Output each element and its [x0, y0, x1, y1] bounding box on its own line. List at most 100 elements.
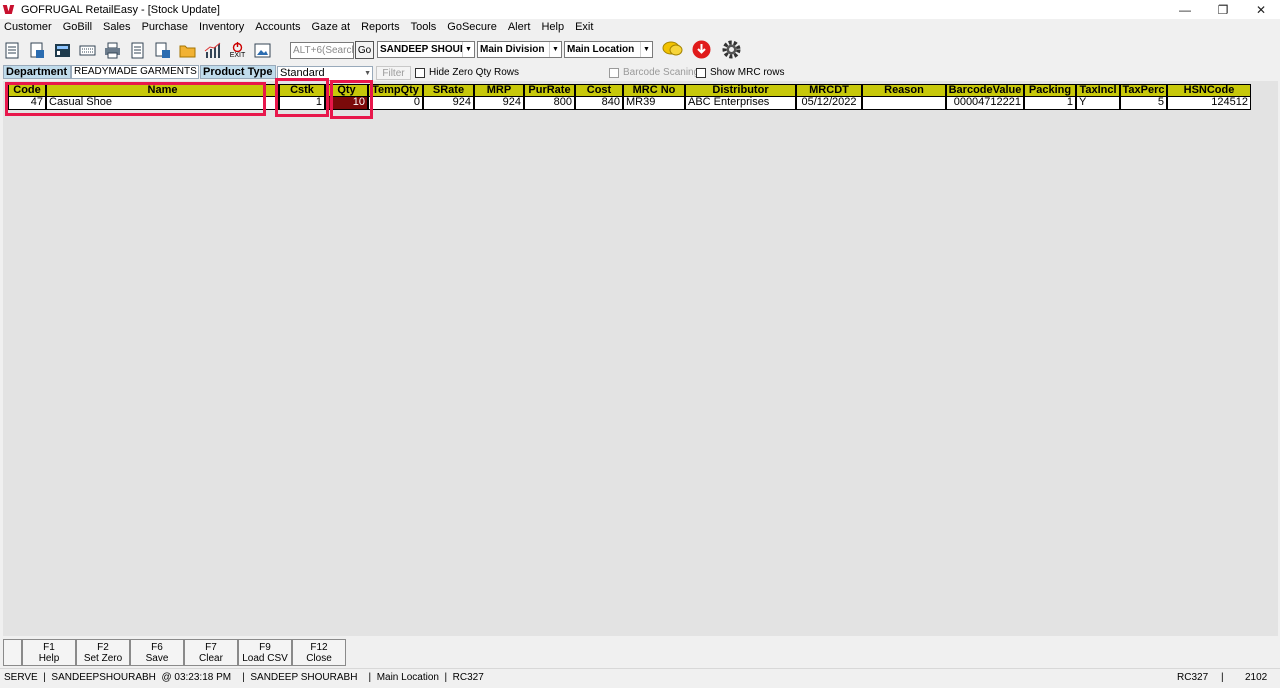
exit-label: EXIT: [229, 51, 246, 59]
keyboard-icon[interactable]: [78, 41, 97, 60]
user-select-value: SANDEEP SHOURA: [380, 44, 475, 55]
menu-purchase[interactable]: Purchase: [142, 21, 188, 33]
highlight-qty: [330, 80, 373, 119]
menu-customer[interactable]: Customer: [4, 21, 52, 33]
app-logo-icon: [2, 4, 16, 15]
col-header-purrate[interactable]: PurRate: [524, 84, 575, 97]
save-doc-icon[interactable]: [28, 41, 47, 60]
menu-exit[interactable]: Exit: [575, 21, 593, 33]
f6-save-button[interactable]: F6 Save: [130, 639, 184, 666]
status-counter-code: RC327: [1177, 672, 1209, 683]
chevron-down-icon: ▼: [462, 42, 474, 57]
f12-close-button[interactable]: F12 Close: [292, 639, 346, 666]
menu-accounts[interactable]: Accounts: [255, 21, 300, 33]
picture-icon[interactable]: [253, 41, 272, 60]
col-header-srate[interactable]: SRate: [423, 84, 474, 97]
menu-gaze-at[interactable]: Gaze at: [312, 21, 351, 33]
col-header-packing[interactable]: Packing: [1024, 84, 1076, 97]
show-mrc-rows-checkbox[interactable]: Show MRC rows: [696, 67, 784, 78]
col-header-distributor[interactable]: Distributor: [685, 84, 796, 97]
barcode-scanning-checkbox[interactable]: Barcode Scaning: [609, 67, 699, 78]
folder-icon[interactable]: [178, 41, 197, 60]
close-button[interactable]: ✕: [1242, 0, 1280, 19]
cell-cost[interactable]: 840: [575, 97, 623, 110]
f12-key: F12: [310, 641, 328, 653]
menu-reports[interactable]: Reports: [361, 21, 400, 33]
col-header-barcodevalue[interactable]: BarcodeValue: [946, 84, 1024, 97]
menu-gobill[interactable]: GoBill: [63, 21, 92, 33]
menu-gosecure[interactable]: GoSecure: [447, 21, 497, 33]
status-bar: SERVE | SANDEEPSHOURABH @ 03:23:18 PM | …: [0, 668, 1280, 688]
restore-button[interactable]: ❐: [1204, 0, 1242, 19]
cell-reason[interactable]: [862, 97, 946, 110]
menu-help[interactable]: Help: [541, 21, 564, 33]
fkey-spacer: [3, 639, 22, 666]
location-select-value: Main Location: [567, 44, 635, 55]
filter-button[interactable]: Filter: [376, 66, 411, 80]
transfer-icon[interactable]: [153, 41, 172, 60]
hide-zero-qty-checkbox[interactable]: Hide Zero Qty Rows: [415, 67, 519, 78]
user-select[interactable]: SANDEEP SHOURA ▼: [377, 41, 475, 58]
menu-sales[interactable]: Sales: [103, 21, 131, 33]
checkbox-box: [609, 67, 619, 78]
col-header-hsncode[interactable]: HSNCode: [1167, 84, 1251, 97]
menu-inventory[interactable]: Inventory: [199, 21, 244, 33]
cell-hsncode[interactable]: 124512: [1167, 97, 1251, 110]
col-header-reason[interactable]: Reason: [862, 84, 946, 97]
f2-key: F2: [97, 641, 109, 653]
f2-set-zero-button[interactable]: F2 Set Zero: [76, 639, 130, 666]
department-field[interactable]: READYMADE GARMENTS: [71, 65, 199, 79]
show-mrc-rows-label: Show MRC rows: [710, 67, 785, 78]
cell-mrp[interactable]: 924: [474, 97, 524, 110]
location-select[interactable]: Main Location ▼: [564, 41, 653, 58]
col-header-cost[interactable]: Cost: [575, 84, 623, 97]
status-separator: |: [1221, 672, 1224, 683]
hide-zero-qty-label: Hide Zero Qty Rows: [429, 67, 520, 78]
new-doc-icon[interactable]: [3, 41, 22, 60]
print-icon[interactable]: [103, 41, 122, 60]
cell-tempqty[interactable]: 0: [368, 97, 423, 110]
f9-load-csv-button[interactable]: F9 Load CSV: [238, 639, 292, 666]
col-header-mrc-no[interactable]: MRC No: [623, 84, 685, 97]
division-select-value: Main Division: [480, 44, 545, 55]
stock-grid: [3, 81, 1278, 636]
f1-help-button[interactable]: F1 Help: [22, 639, 76, 666]
title-bar: GOFRUGAL RetailEasy - [Stock Update] — ❐…: [0, 0, 1280, 19]
cell-taxincl[interactable]: Y: [1076, 97, 1120, 110]
cell-purrate[interactable]: 800: [524, 97, 575, 110]
cell-srate[interactable]: 924: [423, 97, 474, 110]
calculator-icon[interactable]: [53, 41, 72, 60]
division-select[interactable]: Main Division ▼: [477, 41, 562, 58]
col-header-tempqty[interactable]: TempQty: [368, 84, 423, 97]
col-header-taxincl[interactable]: TaxIncl: [1076, 84, 1120, 97]
chart-icon[interactable]: [203, 41, 222, 60]
col-header-mrp[interactable]: MRP: [474, 84, 524, 97]
menu-tools[interactable]: Tools: [411, 21, 437, 33]
go-button[interactable]: Go: [355, 41, 374, 59]
exit-icon[interactable]: EXIT: [228, 41, 247, 60]
download-icon[interactable]: [692, 40, 711, 62]
cell-taxperc[interactable]: 5: [1120, 97, 1167, 110]
settings-icon[interactable]: [721, 39, 742, 63]
minimize-button[interactable]: —: [1166, 0, 1204, 19]
notepad-icon[interactable]: [128, 41, 147, 60]
col-header-mrcdt[interactable]: MRCDT: [796, 84, 862, 97]
highlight-code-name: [5, 82, 266, 116]
cell-barcodevalue[interactable]: 00004712221: [946, 97, 1024, 110]
chevron-down-icon: ▼: [549, 42, 561, 57]
cell-distributor[interactable]: ABC Enterprises: [685, 97, 796, 110]
checkbox-box: [696, 67, 706, 78]
chat-icon[interactable]: [662, 40, 684, 61]
col-header-taxperc[interactable]: TaxPerc: [1120, 84, 1167, 97]
menu-alert[interactable]: Alert: [508, 21, 531, 33]
cell-packing[interactable]: 1: [1024, 97, 1076, 110]
cell-mrcdt[interactable]: 05/12/2022: [796, 97, 862, 110]
search-input[interactable]: ALT+6(Search): [290, 42, 354, 59]
f7-key: F7: [205, 641, 217, 653]
f7-clear-button[interactable]: F7 Clear: [184, 639, 238, 666]
cell-mrc-no[interactable]: MR39: [623, 97, 685, 110]
barcode-scanning-label: Barcode Scaning: [623, 67, 700, 78]
f7-label: Clear: [199, 652, 223, 664]
f6-label: Save: [145, 652, 169, 664]
chevron-down-icon: ▼: [640, 42, 652, 57]
